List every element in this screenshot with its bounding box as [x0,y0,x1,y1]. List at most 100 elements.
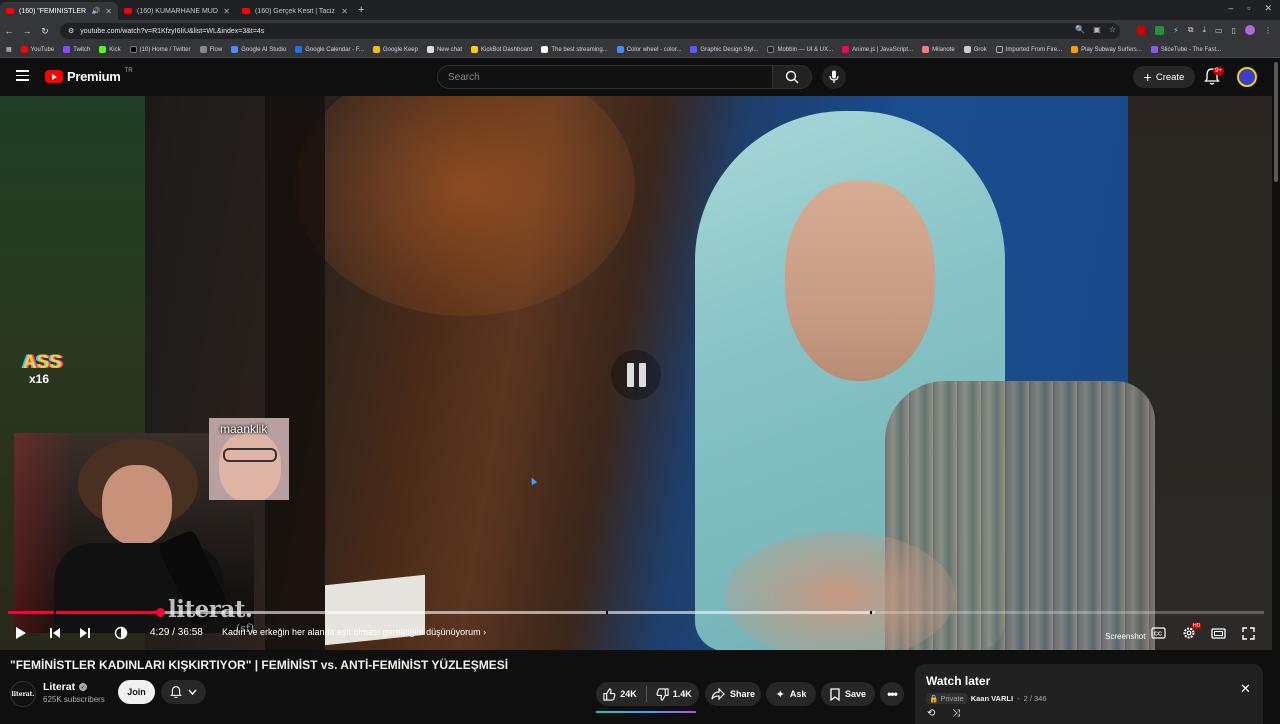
bookmark-favicon-icon [20,46,28,53]
save-button[interactable]: Save [821,682,875,706]
forward-icon[interactable]: → [18,26,36,36]
bookmark-folder[interactable]: Imported From Fire... [995,46,1062,53]
hamburger-menu-icon[interactable] [16,70,29,81]
close-window-icon[interactable]: ✕ [1264,3,1272,14]
bookmark-item[interactable]: KickBot Dashboard [470,46,532,53]
bookmark-item[interactable]: (10) Home / Twitter [129,46,191,53]
bookmark-item[interactable]: Kick [99,46,121,53]
cast-icon[interactable]: ▣ [1093,25,1101,34]
channel-avatar[interactable]: literat. [10,681,36,707]
hd-badge: HD [1192,623,1202,629]
extension-icon[interactable] [1137,25,1147,35]
back-icon[interactable]: ← [0,26,18,36]
youtube-premium-logo[interactable]: Premium TR [45,68,133,84]
join-button[interactable]: Join [118,680,155,704]
privacy-badge: 🔒 Private [926,693,967,704]
bookmark-item[interactable]: Google Calendar - F... [295,46,364,53]
browser-tab[interactable]: (160) "FEMİNİSTLER KADINL... 🔊 ✕ [0,2,118,20]
youtube-header: Premium TR Search + Create 9+ [0,58,1280,96]
bookmark-save-icon [830,687,840,701]
account-avatar[interactable] [1237,67,1257,87]
channel-name-link[interactable]: Literat ✓ [43,681,88,693]
previous-button[interactable] [46,623,64,643]
create-button[interactable]: + Create [1133,66,1195,88]
progress-bar[interactable] [8,608,1264,617]
bookmark-item[interactable]: Mobbin — UI & UX... [767,46,833,53]
shuffle-icon[interactable]: ⤨ [952,708,960,719]
bookmark-item[interactable]: Anime.js | JavaScript... [842,46,913,53]
bookmark-item[interactable]: Flow [199,46,222,53]
close-tab-icon[interactable]: ✕ [341,7,348,16]
search-input[interactable]: Search [437,65,773,89]
bookmark-item[interactable]: SliceTube - The Fast... [1150,46,1221,53]
previous-icon [50,628,60,638]
address-bar[interactable]: ⚙ youtube.com/watch?v=R1KfzyI6IiU&list=W… [60,23,1120,39]
scrollbar-thumb[interactable] [1274,62,1278,182]
zoom-icon[interactable]: 🔍 [1075,25,1085,34]
playlist-owner[interactable]: Kaan VARLI [971,694,1013,703]
center-pause-icon[interactable] [611,350,661,400]
download-icon[interactable]: ⤓ [1202,25,1206,35]
screen-icon[interactable]: ▭ [1215,26,1223,35]
video-player[interactable]: ASS x16 maanklik literat. (sf) 4:29 / 36… [0,96,1272,650]
puzzle-icon[interactable]: ⧉ [1188,25,1194,35]
next-button[interactable] [76,623,94,643]
voice-search-button[interactable] [822,65,846,89]
new-tab-icon[interactable]: + [358,4,364,16]
browser-menu-icon[interactable]: ⋮ [1264,26,1272,35]
bookmark-item[interactable]: The best streaming... [541,46,608,53]
sidebar-icon[interactable]: ▯ [1232,26,1236,35]
reload-icon[interactable]: ↻ [36,26,54,37]
close-playlist-icon[interactable]: ✕ [1240,681,1251,697]
bookmark-item[interactable]: New chat [426,46,462,53]
bookmark-item[interactable]: Milanote [922,46,955,53]
site-info-icon[interactable]: ⚙ [68,27,74,35]
play-button[interactable] [12,623,30,643]
extension-icon[interactable] [1155,25,1165,35]
page-scrollbar[interactable] [1272,58,1280,720]
bookmark-item[interactable]: Google Keep [372,46,418,53]
playlist-position: 2 / 346 [1023,694,1047,703]
youtube-play-logo-icon [45,70,63,83]
bookmark-item[interactable]: Graphic Design Styl... [690,46,758,53]
plus-icon: + [1143,69,1152,85]
volume-button[interactable] [112,623,130,643]
settings-button[interactable]: HD [1179,623,1202,643]
apps-grid-icon[interactable]: ▦ [6,46,12,53]
speaker-icon[interactable]: 🔊 [92,7,101,15]
bookmark-item[interactable]: Color wheel - color... [616,46,681,53]
ask-button[interactable]: ✦ Ask [766,682,816,706]
screenshot-button[interactable]: Screenshot [1105,632,1145,641]
browser-tab[interactable]: (160) KUMARHANE MÜDÜRÜ... ✕ [118,2,236,20]
bookmark-item[interactable]: YouTube [20,46,54,53]
bookmarks-bar: ▦ YouTube Twitch Kick (10) Home / Twitte… [0,42,1280,58]
dislike-button[interactable]: 1.4K [656,687,692,701]
more-actions-button[interactable]: ••• [880,682,904,706]
profile-icon[interactable] [1245,25,1255,35]
close-tab-icon[interactable]: ✕ [105,7,112,16]
bookmark-item[interactable]: Google AI Studio [231,46,286,53]
share-button[interactable]: Share [705,682,761,706]
bookmark-favicon-icon [231,46,239,53]
theater-mode-button[interactable] [1209,623,1227,643]
extension-icon[interactable]: ⚡ [1173,26,1179,35]
chapter-title-button[interactable]: Kadın ve erkeğin her alanda eşit olması … [222,627,486,637]
loop-playlist-icon[interactable]: ⟲ [927,708,935,719]
maximize-icon[interactable]: ▫ [1247,3,1250,14]
bookmark-item[interactable]: Grok [963,46,987,53]
search-button[interactable] [772,65,812,89]
like-button[interactable]: 24K [603,687,637,701]
subscription-bell-button[interactable] [161,680,206,704]
bookmark-item[interactable]: Twitch [63,46,90,53]
close-tab-icon[interactable]: ✕ [223,7,230,16]
time-display: 4:29 / 36:58 [150,627,203,638]
captions-button[interactable]: CC [1149,623,1167,643]
minimize-icon[interactable]: – [1228,3,1233,14]
playlist-panel: Watch later 🔒 Private Kaan VARLI - 2 / 3… [915,664,1263,724]
playlist-title[interactable]: Watch later [926,674,990,688]
bookmark-star-icon[interactable]: ☆ [1109,25,1116,34]
browser-tab[interactable]: (160) Gerçek Kesit | Taciz - YouT... ✕ [236,2,354,20]
fullscreen-button[interactable] [1240,623,1256,643]
bookmark-item[interactable]: Play Subway Surfers... [1071,46,1142,53]
scrubber-handle[interactable] [155,608,165,617]
